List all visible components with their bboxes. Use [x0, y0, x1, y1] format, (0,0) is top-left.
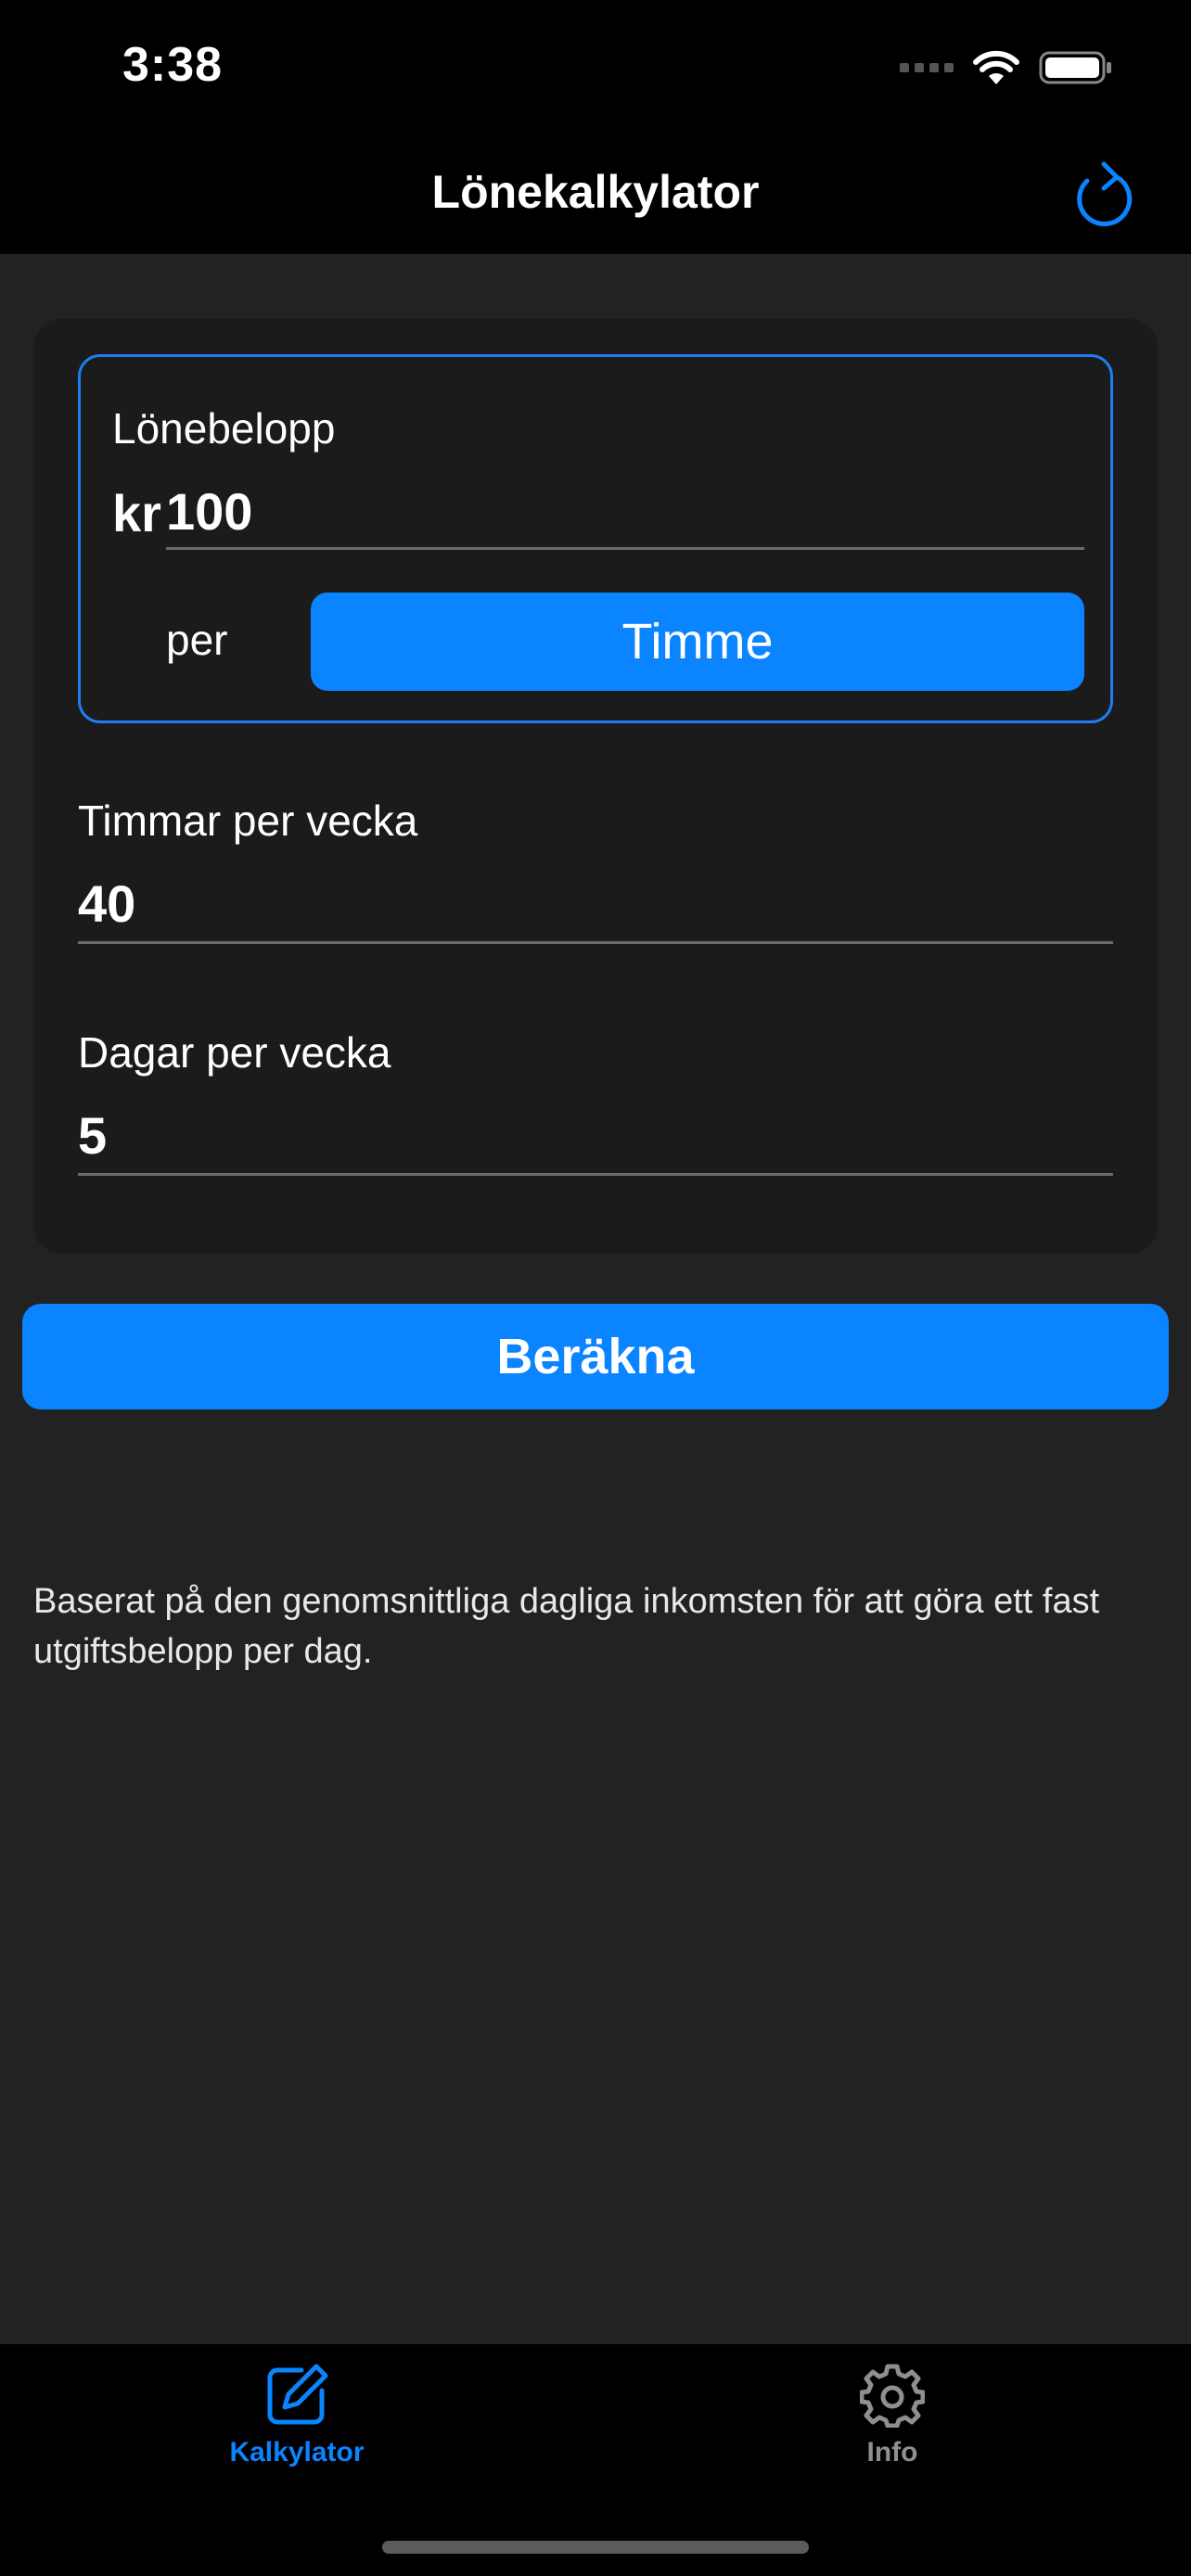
page-title: Lönekalkylator — [431, 166, 760, 218]
days-per-week-label: Dagar per vecka — [78, 1028, 391, 1077]
per-label: per — [166, 616, 228, 664]
currency-symbol: kr — [112, 484, 161, 542]
info-text: Baserat på den genomsnittliga dagliga in… — [33, 1582, 1100, 1671]
calculate-button[interactable]: Beräkna — [22, 1304, 1169, 1409]
status-icons — [900, 45, 1113, 91]
refresh-icon — [1077, 161, 1133, 226]
cellular-signal-icon — [900, 63, 954, 72]
salary-label: Lönebelopp — [112, 404, 336, 453]
input-card: Lönebelopp kr per Timme Timmar per vecka… — [33, 319, 1158, 1254]
tab-info[interactable]: Info — [753, 2363, 1031, 2468]
tab-label-info: Info — [866, 2437, 918, 2468]
status-time: 3:38 — [122, 38, 224, 92]
tab-label-kalkylator: Kalkylator — [229, 2437, 365, 2468]
hours-per-week-label: Timmar per vecka — [78, 797, 418, 845]
days-per-week-input[interactable] — [78, 1098, 1113, 1176]
refresh-button[interactable] — [1063, 152, 1146, 236]
wifi-icon — [973, 50, 1019, 84]
period-select-button[interactable]: Timme — [311, 593, 1084, 691]
hours-per-week-input[interactable] — [78, 866, 1113, 944]
status-bar: 3:38 — [0, 0, 1191, 132]
home-indicator — [382, 2541, 809, 2554]
screen: 3:38 Lönekalkylator Lönebelopp kr 100 pe… — [0, 0, 1191, 2576]
tab-kalkylator[interactable]: Kalkylator — [158, 2363, 436, 2468]
battery-icon — [1039, 51, 1111, 84]
navigation-bar: Lönekalkylator — [0, 132, 1191, 254]
salary-section: Lönebelopp kr per Timme — [78, 354, 1113, 723]
gear-icon — [860, 2364, 925, 2428]
salary-amount-input[interactable] — [166, 476, 1084, 550]
edit-icon — [267, 2364, 328, 2425]
